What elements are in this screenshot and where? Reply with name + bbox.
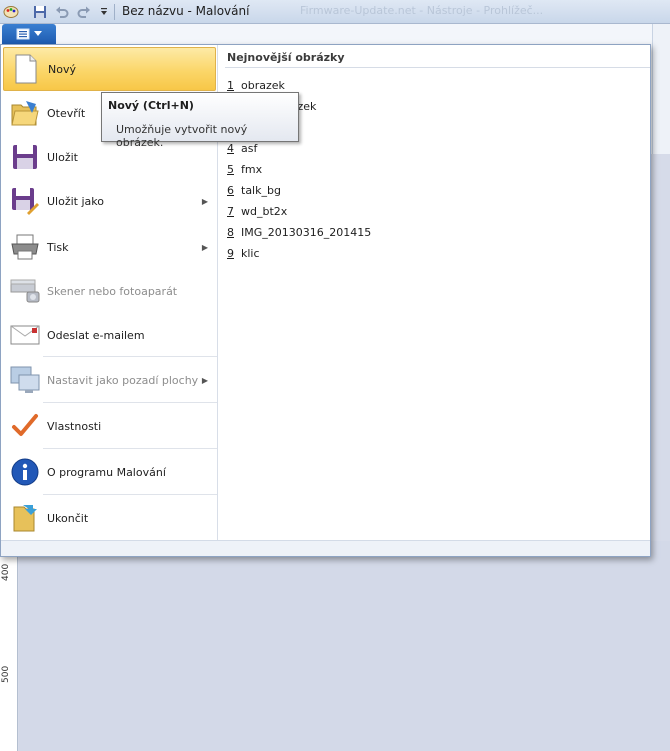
save-as-icon [9, 185, 41, 217]
menu-divider [43, 402, 217, 403]
menu-item-print[interactable]: Tisk ▶ [3, 225, 216, 269]
save-quick-icon[interactable] [31, 3, 49, 21]
submenu-arrow-icon: ▶ [201, 196, 208, 206]
menu-item-about[interactable]: O programu Malování [3, 450, 216, 494]
ribbon-edge [652, 24, 670, 154]
menu-footer [1, 540, 650, 556]
menu-item-label: Skener nebo fotoaparát [47, 284, 178, 298]
recent-item[interactable]: 8 IMG_20130316_201415 [227, 226, 371, 239]
undo-icon[interactable] [53, 3, 71, 21]
title-separator [114, 4, 115, 20]
redo-icon[interactable] [75, 3, 93, 21]
scanner-icon [9, 275, 41, 307]
recent-divider [225, 67, 650, 68]
open-folder-icon [9, 97, 41, 129]
menu-item-label: Ukončit [47, 511, 89, 525]
recent-item[interactable]: 7 wd_bt2x [227, 205, 287, 218]
background-window-title: Firmware-Update.net - Nástroje - Prohlíž… [300, 4, 544, 17]
title-bar: Bez názvu - Malování Firmware-Update.net… [0, 0, 670, 24]
recent-item[interactable]: 6 talk_bg [227, 184, 281, 197]
checkmark-icon [9, 410, 41, 442]
menu-item-label: Otevřít [47, 106, 86, 120]
menu-divider [43, 356, 217, 357]
recent-heading: Nejnovější obrázky [227, 51, 345, 64]
recent-item[interactable]: 5 fmx [227, 163, 262, 176]
tooltip: Nový (Ctrl+N) Umožňuje vytvořit nový obr… [101, 92, 299, 149]
exit-icon [9, 502, 41, 534]
email-icon [9, 319, 41, 351]
menu-item-new[interactable]: Nový [3, 47, 216, 91]
recent-item[interactable]: 1 obrazek [227, 79, 285, 92]
menu-item-scanner[interactable]: Skener nebo fotoaparát [3, 269, 216, 313]
menu-divider [43, 448, 217, 449]
window-title: Bez názvu - Malování [122, 4, 250, 18]
menu-item-label: Uložit jako [47, 194, 104, 208]
paint-menu-button[interactable] [2, 24, 56, 44]
save-disk-icon [9, 141, 41, 173]
ruler-label: 500 [1, 665, 11, 683]
desktop-background-icon [9, 364, 41, 396]
tooltip-body: Umožňuje vytvořit nový obrázek. [116, 123, 248, 149]
info-icon [9, 456, 41, 488]
menu-item-exit[interactable]: Ukončit [3, 496, 216, 540]
menu-divider [43, 494, 217, 495]
menu-item-set-desktop-background[interactable]: Nastavit jako pozadí plochy ▶ [3, 358, 216, 402]
app-menu-icon [16, 28, 30, 40]
submenu-arrow-icon: ▶ [201, 375, 208, 385]
new-file-icon [10, 53, 42, 85]
vertical-ruler: 400 500 [0, 541, 18, 751]
menu-item-properties[interactable]: Vlastnosti [3, 404, 216, 448]
application-menu: Nový Otevřít Uložit Uložit jako ▶ Tisk ▶… [0, 44, 651, 557]
printer-icon [9, 231, 41, 263]
menu-item-label: Vlastnosti [47, 419, 102, 433]
menu-item-send-email[interactable]: Odeslat e-mailem [3, 313, 216, 357]
menu-item-label: O programu Malování [47, 465, 166, 479]
paint-app-icon[interactable] [2, 3, 20, 21]
menu-item-label: Uložit [47, 150, 78, 164]
menu-item-label: Odeslat e-mailem [47, 328, 145, 342]
ruler-label: 400 [1, 563, 11, 581]
menu-item-save-as[interactable]: Uložit jako ▶ [3, 179, 216, 223]
submenu-arrow-icon: ▶ [201, 242, 208, 252]
tooltip-title: Nový (Ctrl+N) [108, 99, 194, 112]
menu-item-label: Tisk [47, 240, 69, 254]
canvas-workspace[interactable] [19, 541, 670, 751]
menu-item-label: Nastavit jako pozadí plochy [47, 373, 199, 387]
chevron-down-icon [34, 31, 42, 36]
recent-item[interactable]: 9 klic [227, 247, 260, 260]
menu-item-label: Nový [48, 62, 76, 76]
customize-quick-access-icon[interactable] [95, 3, 113, 21]
